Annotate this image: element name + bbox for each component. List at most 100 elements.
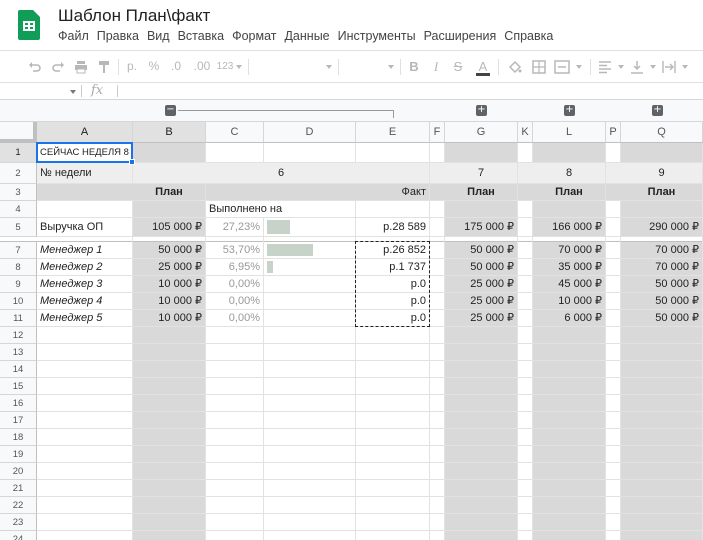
cell-revenue-pct[interactable]: 27,23% [206,218,264,237]
cell-plan-header-9[interactable]: План [621,184,703,201]
row-header-9[interactable]: 9 [0,276,37,293]
cell-manager-w9[interactable]: 50 000 ₽ [621,310,703,327]
merge-cells-dropdown[interactable] [554,51,582,82]
row-header-18[interactable]: 18 [0,429,37,446]
cell-manager-w8[interactable]: 10 000 ₽ [533,293,606,310]
cell-revenue-w8[interactable]: 166 000 ₽ [533,218,606,237]
cell-week-8[interactable]: 8 [533,163,606,184]
row-header-14[interactable]: 14 [0,361,37,378]
column-header-a[interactable]: A [37,122,133,143]
bold-button[interactable]: B [406,51,422,82]
cell-week-9[interactable]: 9 [621,163,703,184]
cell-manager-plan[interactable]: 10 000 ₽ [133,276,206,293]
menu-edit[interactable]: Правка [97,29,144,43]
percent-format-button[interactable]: % [146,51,162,82]
cell-manager-w9[interactable]: 70 000 ₽ [621,259,703,276]
row-header-12[interactable]: 12 [0,327,37,344]
cell-manager-w9[interactable]: 50 000 ₽ [621,293,703,310]
cell-a2[interactable]: № недели [37,163,133,184]
borders-icon[interactable] [530,51,548,82]
decrease-decimal-button[interactable]: .0 [168,51,184,82]
select-all-corner[interactable] [0,122,37,143]
menu-tools[interactable]: Инструменты [338,29,421,43]
cell-manager-w8[interactable]: 35 000 ₽ [533,259,606,276]
cell-plan-header-7[interactable]: План [445,184,518,201]
cell-manager-plan[interactable]: 25 000 ₽ [133,259,206,276]
cell-manager-w7[interactable]: 25 000 ₽ [445,310,518,327]
cell-manager-bar[interactable] [264,293,356,310]
menu-view[interactable]: Вид [147,29,175,43]
sheets-logo-icon[interactable] [18,10,40,40]
cell-manager-plan[interactable]: 10 000 ₽ [133,310,206,327]
cell-manager-pct[interactable]: 0,00% [206,276,264,293]
cell-manager-w7[interactable]: 25 000 ₽ [445,293,518,310]
cell-manager-plan[interactable]: 50 000 ₽ [133,242,206,259]
currency-format-button[interactable]: р. [124,51,140,82]
cell-a1[interactable]: СЕЙЧАС НЕДЕЛЯ 8 [37,143,133,163]
row-header-16[interactable]: 16 [0,395,37,412]
cell-manager-w9[interactable]: 50 000 ₽ [621,276,703,293]
cell-manager-fact[interactable]: р.0 [356,310,430,327]
column-header-b[interactable]: B [133,122,206,143]
cell-manager-bar[interactable] [264,259,356,276]
vertical-align-dropdown[interactable] [630,51,656,82]
collapse-group-button[interactable]: − [165,105,176,116]
horizontal-align-dropdown[interactable] [598,51,624,82]
cell-fact-header-6[interactable]: Факт [356,184,430,201]
cell-manager-pct[interactable]: 53,70% [206,242,264,259]
row-header-11[interactable]: 11 [0,310,37,327]
more-formats-dropdown[interactable]: 123 [216,51,242,82]
cell-revenue-plan[interactable]: 105 000 ₽ [133,218,206,237]
column-header-q[interactable]: Q [621,122,703,143]
expand-group-button[interactable]: + [652,105,663,116]
row-header-4[interactable]: 4 [0,201,37,218]
text-color-button[interactable]: A [474,51,492,82]
cell-manager-w8[interactable]: 6 000 ₽ [533,310,606,327]
increase-decimal-button[interactable]: .00 [192,51,212,82]
font-size-dropdown[interactable] [344,51,394,82]
cell-manager-w7[interactable]: 50 000 ₽ [445,242,518,259]
cell-manager-label[interactable]: Менеджер 5 [37,310,133,327]
strikethrough-button[interactable]: S [450,51,466,82]
cell-plan-header-6[interactable]: План [133,184,206,201]
cell-manager-label[interactable]: Менеджер 1 [37,242,133,259]
row-header-3[interactable]: 3 [0,184,37,201]
cell-revenue-w7[interactable]: 175 000 ₽ [445,218,518,237]
column-header-f[interactable]: F [430,122,445,143]
row-header-22[interactable]: 22 [0,497,37,514]
row-header-5[interactable]: 5 [0,218,37,237]
redo-icon[interactable] [49,51,67,82]
row-header-15[interactable]: 15 [0,378,37,395]
row-header-19[interactable]: 19 [0,446,37,463]
name-box[interactable] [0,83,66,99]
cell-manager-w8[interactable]: 45 000 ₽ [533,276,606,293]
column-header-e[interactable]: E [356,122,430,143]
cell-manager-fact[interactable]: р.26 852 [356,242,430,259]
cell-plan-header-8[interactable]: План [533,184,606,201]
column-header-k[interactable]: K [518,122,533,143]
cell-done-label[interactable]: Выполнено на [206,201,356,218]
row-header-1[interactable]: 1 [0,143,37,163]
row-header-20[interactable]: 20 [0,463,37,480]
cell-revenue-w9[interactable]: 290 000 ₽ [621,218,703,237]
cell-manager-bar[interactable] [264,310,356,327]
column-header-c[interactable]: C [206,122,264,143]
expand-group-button[interactable]: + [564,105,575,116]
row-header-17[interactable]: 17 [0,412,37,429]
italic-button[interactable]: I [428,51,444,82]
cell-manager-w7[interactable]: 50 000 ₽ [445,259,518,276]
text-wrapping-dropdown[interactable] [662,51,688,82]
menu-file[interactable]: Файл [58,29,94,43]
row-header-24[interactable]: 24 [0,531,37,540]
document-title[interactable]: Шаблон План\факт [58,6,210,26]
cell-manager-w8[interactable]: 70 000 ₽ [533,242,606,259]
column-header-g[interactable]: G [445,122,518,143]
cell-revenue-label[interactable]: Выручка ОП [37,218,133,237]
row-header-21[interactable]: 21 [0,480,37,497]
row-header-2[interactable]: 2 [0,163,37,184]
cell-manager-pct[interactable]: 0,00% [206,310,264,327]
row-header-10[interactable]: 10 [0,293,37,310]
formula-input[interactable] [122,84,700,98]
menu-format[interactable]: Формат [232,29,281,43]
menu-help[interactable]: Справка [504,29,558,43]
